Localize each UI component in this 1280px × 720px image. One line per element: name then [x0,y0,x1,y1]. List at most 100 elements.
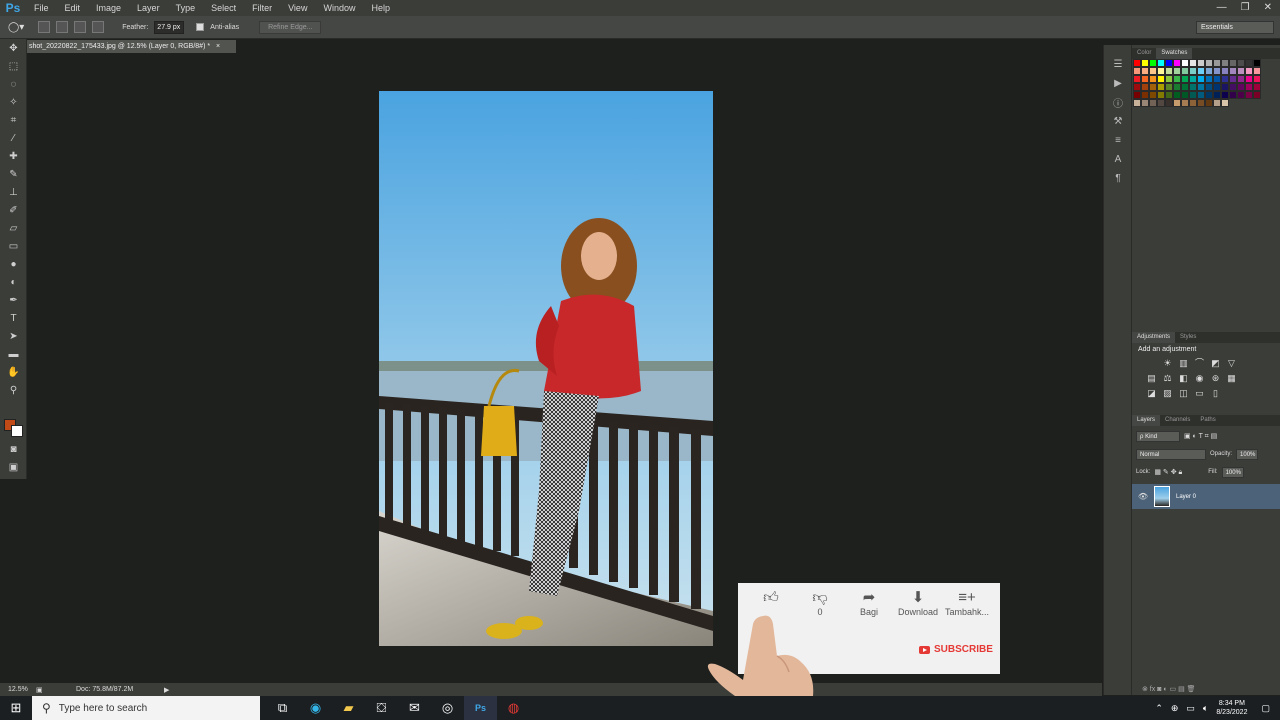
lasso-tool-preset-icon[interactable]: ◯▾ [8,22,24,33]
swatch-color[interactable] [1245,67,1253,75]
tab-swatches[interactable]: Swatches [1156,48,1193,59]
hand-tool-icon[interactable]: ✋ [0,363,27,381]
swatch-color[interactable] [1245,91,1253,99]
hue-saturation-adjust-icon[interactable]: ▤ [1146,373,1157,384]
swatch-color[interactable] [1205,75,1213,83]
swatch-color[interactable] [1133,75,1141,83]
swatch-color[interactable] [1229,91,1237,99]
layer-visibility-eye-icon[interactable]: 👁︎ [1132,492,1154,501]
menu-filter[interactable]: Filter [244,3,280,13]
layer-name[interactable]: Layer 0 [1176,494,1196,500]
swatch-color[interactable] [1221,59,1229,67]
dodge-tool-icon[interactable]: ◐ [0,273,27,291]
pen-tool-icon[interactable]: ✒ [0,291,27,309]
add-to-playlist-button[interactable]: ≡+ Tambahk... [942,589,992,617]
swatch-color[interactable] [1173,67,1181,75]
swatch-color[interactable] [1197,67,1205,75]
swatch-color[interactable] [1133,99,1141,107]
swatch-color[interactable] [1165,59,1173,67]
quick-mask-icon[interactable]: ◙ [0,440,27,458]
document-tab-close-icon[interactable]: × [216,43,220,50]
swatch-color[interactable] [1253,91,1261,99]
swatch-color[interactable] [1149,67,1157,75]
minimize-button[interactable]: — [1217,0,1227,16]
move-tool-icon[interactable]: ✥ [0,39,27,57]
levels-adjust-icon[interactable]: ▥ [1178,358,1189,369]
restore-button[interactable]: ❐ [1241,0,1250,16]
swatch-color[interactable] [1173,99,1181,107]
menu-view[interactable]: View [280,3,315,13]
gradient-map-adjust-icon[interactable]: ▭ [1194,388,1205,399]
swatch-color[interactable] [1197,75,1205,83]
swatch-color[interactable] [1237,91,1245,99]
photo-filter-adjust-icon[interactable]: ◉ [1194,373,1205,384]
swatch-color[interactable] [1189,91,1197,99]
menu-edit[interactable]: Edit [57,3,89,13]
swatch-color[interactable] [1253,59,1261,67]
menu-image[interactable]: Image [88,3,129,13]
gradient-tool-icon[interactable]: ▭ [0,237,27,255]
swatch-color[interactable] [1133,67,1141,75]
task-view-icon[interactable]: ⧉ [266,696,299,720]
lock-icons[interactable]: ▦ ✎ ✥ 🔒︎ [1154,468,1182,477]
notifications-icon[interactable]: ▢ [1261,703,1270,714]
swatch-color[interactable] [1213,67,1221,75]
file-explorer-icon[interactable]: ▰ [332,696,365,720]
zoom-tool-icon[interactable]: ⚲ [0,381,27,399]
recording-app-icon[interactable]: ◍ [497,696,530,720]
menu-layer[interactable]: Layer [129,3,168,13]
swatch-color[interactable] [1197,59,1205,67]
swatch-color[interactable] [1213,91,1221,99]
menu-file[interactable]: File [26,3,57,13]
channel-mixer-adjust-icon[interactable]: ⊛ [1210,373,1221,384]
swatch-color[interactable] [1181,83,1189,91]
color-balance-adjust-icon[interactable]: ⚖ [1162,373,1173,384]
posterize-adjust-icon[interactable]: ▨ [1162,388,1173,399]
screen-recorder-icon[interactable]: ◎ [431,696,464,720]
swatch-color[interactable] [1253,67,1261,75]
swatch-color[interactable] [1221,67,1229,75]
antialias-checkbox[interactable] [196,23,205,31]
swatch-color[interactable] [1157,91,1165,99]
swatch-color[interactable] [1165,83,1173,91]
invert-adjust-icon[interactable]: ◪ [1146,388,1157,399]
properties-panel-icon[interactable]: ≡ [1104,131,1132,150]
tab-color[interactable]: Color [1132,48,1156,59]
info-panel-icon[interactable]: ⓘ [1104,93,1132,112]
character-panel-icon[interactable]: A [1104,150,1132,169]
menu-window[interactable]: Window [315,3,363,13]
curves-adjust-icon[interactable]: ⌒ [1194,358,1205,369]
swatch-color[interactable] [1141,91,1149,99]
rectangle-tool-icon[interactable]: ▬ [0,345,27,363]
network-icon[interactable]: ⊕ [1171,703,1179,714]
swatch-color[interactable] [1189,99,1197,107]
tray-chevron-icon[interactable]: ⌃ [1155,703,1163,714]
swatch-color[interactable] [1237,75,1245,83]
swatch-color[interactable] [1205,99,1213,107]
swatch-color[interactable] [1157,67,1165,75]
refine-edge-button[interactable]: Refine Edge... [259,20,322,34]
swatch-color[interactable] [1149,75,1157,83]
like-button[interactable]: 👍︎ [746,589,796,607]
background-color-swatch[interactable] [11,425,23,437]
swatch-color[interactable] [1189,67,1197,75]
battery-icon[interactable]: ▭ [1186,703,1195,714]
tab-styles[interactable]: Styles [1175,332,1201,343]
swatch-color[interactable] [1141,67,1149,75]
swatch-color[interactable] [1221,99,1229,107]
swatch-color[interactable] [1205,67,1213,75]
swatch-color[interactable] [1205,91,1213,99]
swatch-color[interactable] [1165,91,1173,99]
layers-footer-icons[interactable]: ⊗ fx ◙ ◐ ▭ ▤ 🗑︎ [1142,685,1196,693]
tab-channels[interactable]: Channels [1160,415,1195,426]
swatch-color[interactable] [1141,75,1149,83]
swatch-color[interactable] [1229,59,1237,67]
black-white-adjust-icon[interactable]: ◧ [1178,373,1189,384]
swatch-color[interactable] [1149,91,1157,99]
status-info-icon[interactable]: ▣ [36,686,76,694]
swatch-color[interactable] [1197,83,1205,91]
taskbar-clock[interactable]: 8:34 PM 8/23/2022 [1216,699,1247,717]
tab-adjustments[interactable]: Adjustments [1132,332,1176,343]
swatch-color[interactable] [1133,83,1141,91]
menu-select[interactable]: Select [203,3,244,13]
